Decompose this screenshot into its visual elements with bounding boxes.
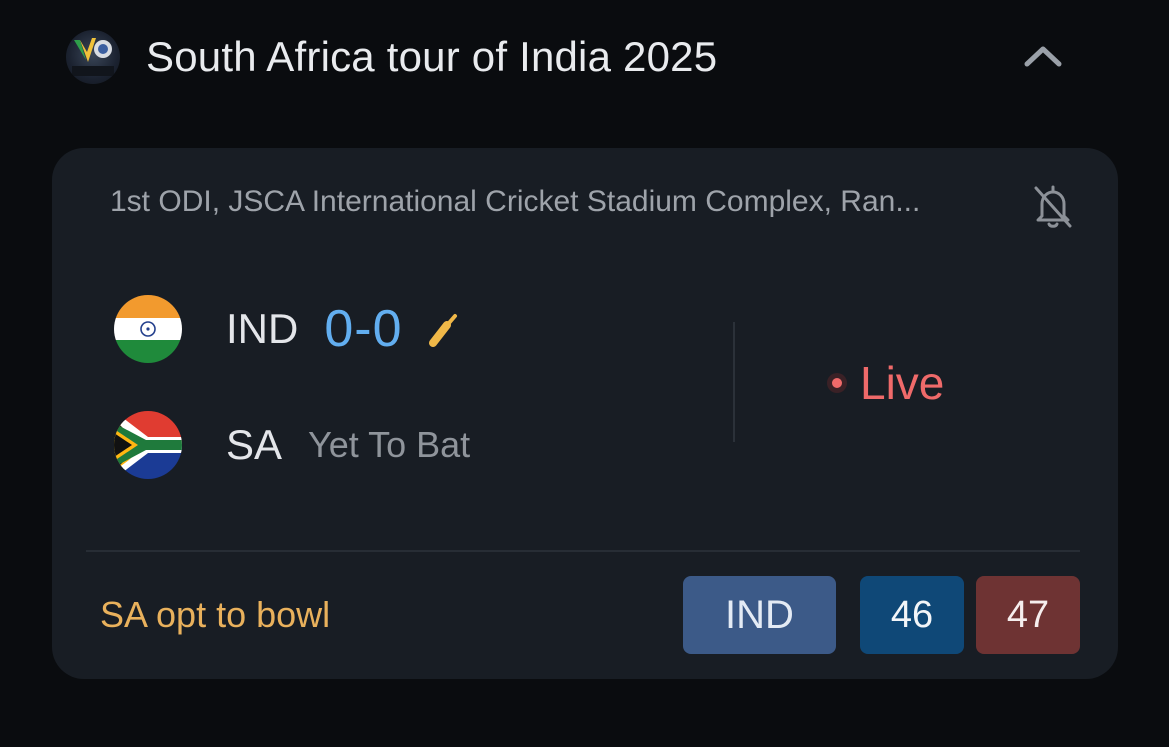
vertical-divider xyxy=(733,322,735,442)
live-dot-icon xyxy=(832,378,842,388)
bell-off-icon xyxy=(1034,185,1072,228)
notification-toggle-button[interactable] xyxy=(1030,182,1076,232)
match-info: 1st ODI, JSCA International Cricket Stad… xyxy=(110,185,921,218)
team-status: Yet To Bat xyxy=(308,424,471,465)
team-name: IND xyxy=(226,305,299,352)
series-logo xyxy=(66,30,120,84)
india-flag-icon xyxy=(114,295,182,363)
odds-lay-button[interactable]: 47 xyxy=(976,576,1080,654)
live-status: Live xyxy=(860,357,945,409)
odds-back-button[interactable]: 46 xyxy=(860,576,964,654)
series-header[interactable]: South Africa tour of India 2025 xyxy=(66,28,1066,86)
collapse-button[interactable] xyxy=(1020,36,1066,78)
match-card[interactable]: 1st ODI, JSCA International Cricket Stad… xyxy=(52,148,1118,679)
horizontal-divider xyxy=(86,550,1080,552)
team-row-ind: IND 0-0 xyxy=(114,294,461,364)
series-title: South Africa tour of India 2025 xyxy=(146,33,718,80)
odds-team-button[interactable]: IND xyxy=(683,576,836,654)
team-name: SA xyxy=(226,421,283,468)
batting-indicator-icon xyxy=(428,314,457,347)
team-row-sa: SA Yet To Bat xyxy=(114,410,470,480)
south-africa-flag-icon xyxy=(114,411,182,479)
toss-result: SA opt to bowl xyxy=(100,594,331,635)
chevron-up-icon xyxy=(1024,46,1062,67)
live-indicator: Live xyxy=(832,355,944,411)
page: South Africa tour of India 2025 1st ODI,… xyxy=(0,0,1169,747)
team-score: 0-0 xyxy=(324,300,403,358)
